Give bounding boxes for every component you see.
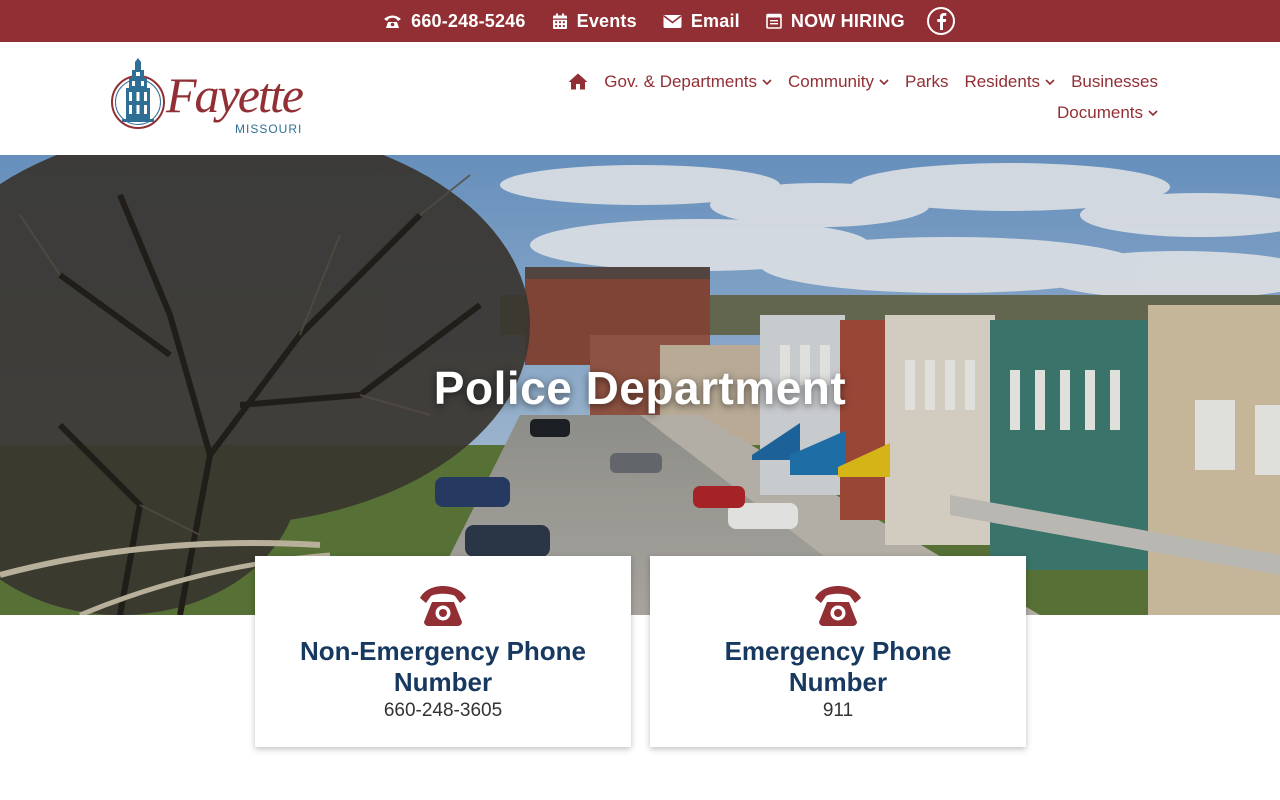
job-board-icon xyxy=(766,13,782,29)
nav-home[interactable] xyxy=(568,70,588,93)
chevron-down-icon xyxy=(762,78,772,85)
non-emergency-card: Non-Emergency Phone Number 660-248-3605 xyxy=(255,556,631,747)
page-title: Police Department xyxy=(433,362,847,414)
nav-documents-label: Documents xyxy=(1057,102,1143,122)
nav-parks-label: Parks xyxy=(904,71,949,91)
phone-number[interactable]: 660-248-3605 xyxy=(255,700,631,722)
card-title: Non-Emergency Phone Number xyxy=(299,636,587,697)
nav-gov-departments[interactable]: Gov. & Departments xyxy=(604,70,772,93)
chevron-down-icon xyxy=(1045,78,1055,85)
topbar-hiring-text: NOW HIRING xyxy=(790,10,905,31)
topbar-events-link[interactable]: Events xyxy=(552,11,637,32)
main-navigation: Gov. & Departments Community Parks Resid… xyxy=(518,70,1158,124)
calendar-icon xyxy=(552,13,567,29)
nav-businesses-label: Businesses xyxy=(1071,71,1158,91)
top-utility-bar: 660-248-5246 Events Email NOW HIRING xyxy=(0,0,1280,42)
nav-gov-departments-label: Gov. & Departments xyxy=(604,71,758,91)
home-icon xyxy=(568,73,588,90)
topbar-phone-link[interactable]: 660-248-5246 xyxy=(383,11,526,32)
emergency-card: Emergency Phone Number 911 xyxy=(650,556,1026,747)
chevron-down-icon xyxy=(1148,109,1158,116)
logo-subtitle: MISSOURI xyxy=(235,122,303,136)
topbar-hiring-link[interactable]: NOW HIRING xyxy=(766,11,905,32)
site-logo[interactable]: Fayette MISSOURI xyxy=(108,56,308,142)
facebook-link[interactable] xyxy=(926,7,955,35)
logo-wordmark: Fayette xyxy=(166,67,304,123)
courthouse-emblem-icon xyxy=(111,58,165,129)
phone-number[interactable]: 911 xyxy=(650,700,1026,722)
telephone-icon xyxy=(815,586,861,626)
nav-documents[interactable]: Documents xyxy=(1057,101,1158,124)
nav-residents-label: Residents xyxy=(964,71,1041,91)
hero-banner: Police Department xyxy=(0,155,1280,615)
topbar-email-link[interactable]: Email xyxy=(663,11,740,32)
nav-community[interactable]: Community xyxy=(788,70,889,93)
facebook-icon xyxy=(937,13,947,30)
nav-residents[interactable]: Residents xyxy=(964,70,1055,93)
topbar-phone-text: 660-248-5246 xyxy=(411,10,526,31)
chevron-down-icon xyxy=(879,78,889,85)
telephone-icon xyxy=(420,586,466,626)
topbar-events-text: Events xyxy=(576,10,637,31)
phone-icon xyxy=(384,15,402,28)
envelope-icon xyxy=(663,14,682,28)
card-title: Emergency Phone Number xyxy=(724,636,952,697)
topbar-email-text: Email xyxy=(690,10,740,31)
nav-parks[interactable]: Parks xyxy=(905,70,948,93)
site-header: Fayette MISSOURI Gov. & Departments Comm… xyxy=(0,42,1280,155)
nav-community-label: Community xyxy=(788,71,874,91)
nav-businesses[interactable]: Businesses xyxy=(1071,70,1158,93)
